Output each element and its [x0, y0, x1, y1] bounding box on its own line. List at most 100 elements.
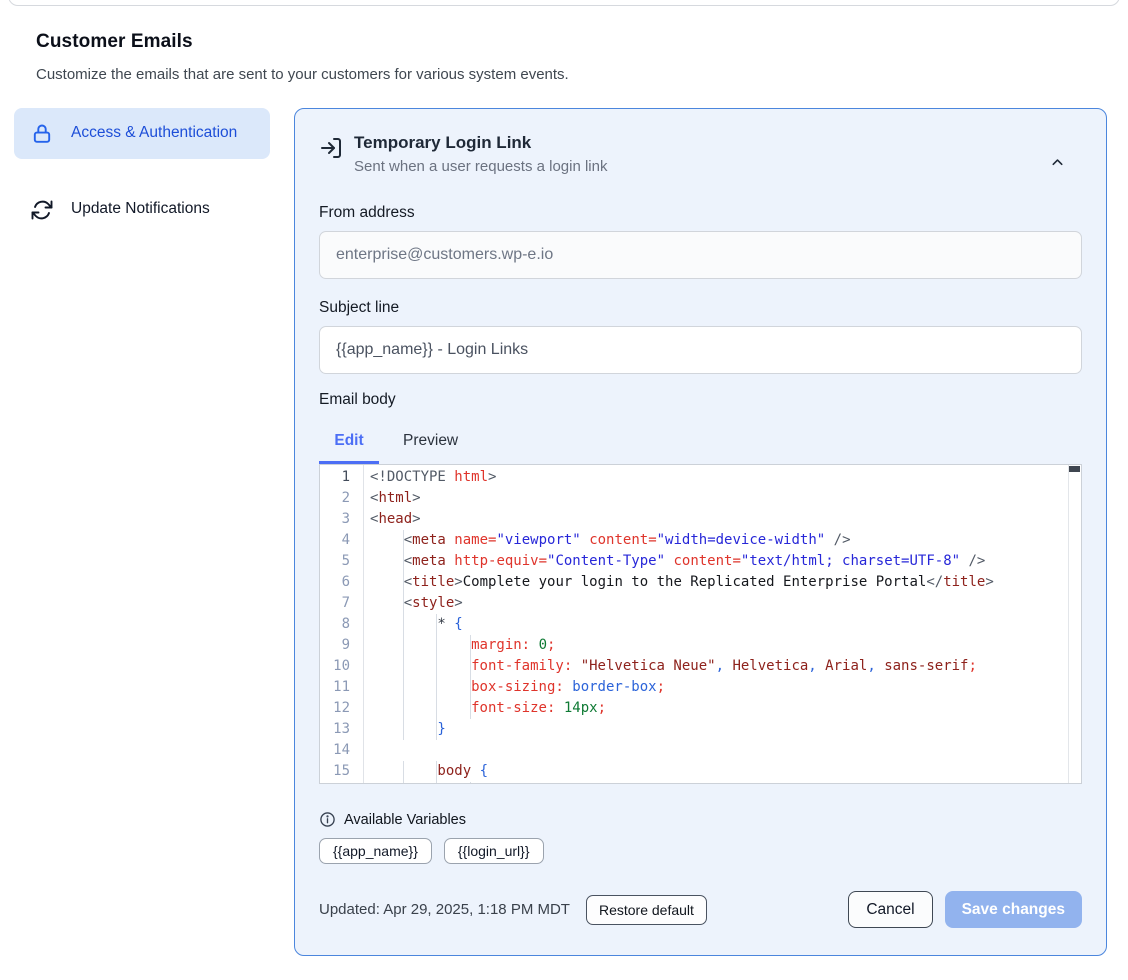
variable-chips: {{app_name}} {{login_url}} [319, 838, 1082, 864]
line-number: 16 [320, 782, 363, 784]
code-line: 4<meta name="viewport" content="width=de… [320, 530, 1081, 551]
previous-card-bottom-edge [8, 0, 1120, 6]
card-header: Temporary Login Link Sent when a user re… [319, 133, 1082, 175]
tab-edit[interactable]: Edit [319, 432, 379, 464]
indent-guide [370, 656, 404, 677]
available-variables-label: Available Variables [344, 812, 466, 828]
indent-guide [437, 782, 471, 784]
indent-guide [404, 782, 438, 784]
code-line: 6<title>Complete your login to the Repli… [320, 572, 1081, 593]
code-text: } [363, 719, 446, 740]
indent-guide [404, 656, 438, 677]
indent-guide [370, 593, 404, 614]
code-text: <style> [363, 593, 463, 614]
indent-guide [370, 761, 404, 782]
variable-chip[interactable]: {{login_url}} [444, 838, 544, 864]
line-number: 12 [320, 698, 363, 719]
code-text: <title>Complete your login to the Replic… [363, 572, 994, 593]
save-changes-button[interactable]: Save changes [945, 891, 1082, 928]
from-address-input[interactable] [319, 231, 1082, 279]
line-number: 6 [320, 572, 363, 593]
code-line: 8* { [320, 614, 1081, 635]
sidebar: Access & Authentication Update Notificati… [14, 108, 270, 956]
sidebar-item-label: Update Notifications [71, 197, 210, 221]
code-line: 16background-color: #ffffff; [320, 782, 1081, 784]
indent-guide [404, 761, 438, 782]
subject-line-label: Subject line [319, 299, 1082, 317]
lock-icon [30, 122, 54, 146]
page-subtitle: Customize the emails that are sent to yo… [36, 66, 1092, 83]
code-text: * { [363, 614, 463, 635]
email-body-label: Email body [319, 391, 1082, 409]
code-text [363, 740, 370, 761]
line-number: 5 [320, 551, 363, 572]
indent-guide [370, 614, 404, 635]
scrollbar-track [1068, 465, 1069, 783]
tab-preview[interactable]: Preview [403, 432, 458, 464]
collapse-button[interactable] [1049, 154, 1066, 174]
line-number: 3 [320, 509, 363, 530]
log-in-icon [319, 136, 343, 160]
scrollbar-thumb[interactable] [1069, 466, 1080, 472]
subject-line-input[interactable] [319, 326, 1082, 374]
code-line: 10font-family: "Helvetica Neue", Helveti… [320, 656, 1081, 677]
line-number: 7 [320, 593, 363, 614]
page-header: Customer Emails Customize the emails tha… [36, 31, 1092, 83]
indent-guide [370, 530, 404, 551]
line-number: 15 [320, 761, 363, 782]
cancel-button[interactable]: Cancel [848, 891, 932, 928]
sidebar-item-update-notifications[interactable]: Update Notifications [14, 184, 270, 235]
code-text: margin: 0; [363, 635, 555, 656]
indent-guide [437, 677, 471, 698]
code-line: 14 [320, 740, 1081, 761]
indent-guide [404, 677, 438, 698]
code-text: background-color: #ffffff; [363, 782, 690, 784]
chevron-up-icon [1049, 159, 1066, 174]
sidebar-item-label: Access & Authentication [71, 121, 237, 145]
gutter-divider [363, 465, 364, 783]
code-text: <meta http-equiv="Content-Type" content=… [363, 551, 985, 572]
line-number: 2 [320, 488, 363, 509]
indent-guide [404, 698, 438, 719]
code-text: box-sizing: border-box; [363, 677, 665, 698]
indent-guide [370, 698, 404, 719]
indent-guide [404, 614, 438, 635]
line-number: 8 [320, 614, 363, 635]
card-title: Temporary Login Link [354, 133, 607, 153]
indent-guide [370, 719, 404, 740]
code-text: body { [363, 761, 488, 782]
line-number: 9 [320, 635, 363, 656]
code-editor[interactable]: 1<!DOCTYPE html>2<html>3<head>4<meta nam… [319, 464, 1082, 784]
code-text: <head> [363, 509, 421, 530]
indent-guide [370, 782, 404, 784]
code-line: 3<head> [320, 509, 1081, 530]
indent-guide [437, 656, 471, 677]
variable-chip[interactable]: {{app_name}} [319, 838, 432, 864]
sidebar-item-access-authentication[interactable]: Access & Authentication [14, 108, 270, 159]
indent-guide [370, 635, 404, 656]
code-line: 7<style> [320, 593, 1081, 614]
card-subtitle: Sent when a user requests a login link [354, 158, 607, 175]
card-footer: Updated: Apr 29, 2025, 1:18 PM MDT Resto… [319, 891, 1082, 928]
code-line: 13} [320, 719, 1081, 740]
code-line: 11box-sizing: border-box; [320, 677, 1081, 698]
indent-guide [370, 677, 404, 698]
indent-guide [370, 551, 404, 572]
info-icon[interactable] [319, 811, 336, 828]
code-lines: 1<!DOCTYPE html>2<html>3<head>4<meta nam… [320, 465, 1081, 784]
code-line: 9margin: 0; [320, 635, 1081, 656]
restore-default-button[interactable]: Restore default [586, 895, 707, 925]
code-line: 12font-size: 14px; [320, 698, 1081, 719]
code-text: font-size: 14px; [363, 698, 606, 719]
line-number: 1 [320, 467, 363, 488]
line-number: 14 [320, 740, 363, 761]
indent-guide [370, 572, 404, 593]
indent-guide [404, 719, 438, 740]
code-text: <html> [363, 488, 421, 509]
line-number: 4 [320, 530, 363, 551]
indent-guide [437, 698, 471, 719]
indent-guide [437, 635, 471, 656]
email-body-tabs: Edit Preview [319, 432, 1082, 464]
code-line: 15body { [320, 761, 1081, 782]
updated-timestamp: Updated: Apr 29, 2025, 1:18 PM MDT [319, 901, 570, 918]
